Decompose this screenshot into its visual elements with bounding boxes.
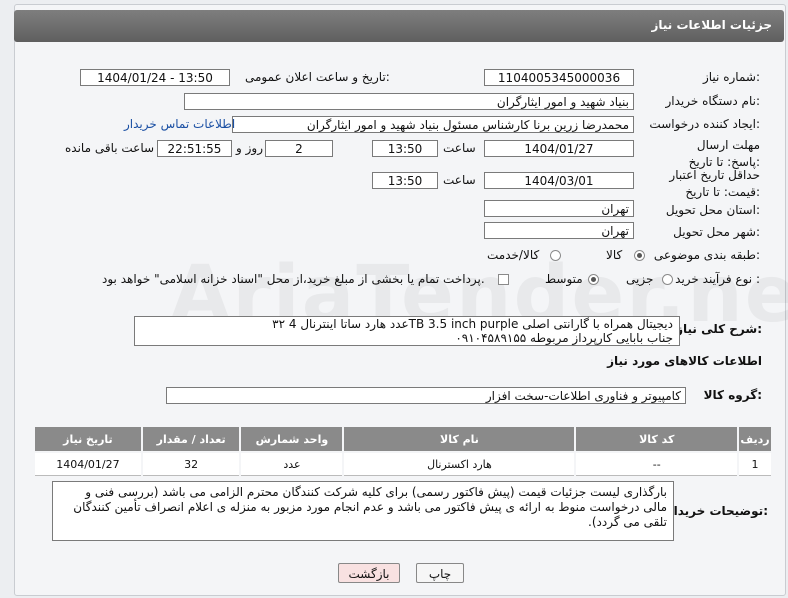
announce-label: تاریخ و ساعت اعلان عمومی: xyxy=(245,70,390,84)
treasury-payment-checkbox[interactable] xyxy=(498,274,509,285)
col-goods-code: کد کالا xyxy=(574,425,739,453)
description-textarea[interactable]: ۳۲ عدد هارد ساتا اینترنال 4TB 3.5 inch p… xyxy=(134,316,680,346)
purchase-option-minor: جزیی xyxy=(626,272,654,286)
city-field: تهران xyxy=(484,222,634,239)
need-number-field: 1104005345000036 xyxy=(484,69,634,86)
buyer-org-label: نام دستگاه خریدار: xyxy=(665,94,761,108)
purchase-option-medium: متوسط xyxy=(545,272,583,286)
category-option-goods-service: کالا/خدمت xyxy=(487,248,540,262)
province-field: تهران xyxy=(484,200,634,217)
buyer-org-field: بنیاد شهید و امور ایثارگران xyxy=(184,93,634,110)
description-label: شرح کلی نیاز: xyxy=(676,322,762,336)
category-radio-goods-service[interactable] xyxy=(550,250,561,261)
window-title: جزئیات اطلاعات نیاز xyxy=(651,18,772,32)
cell-row-number: 1 xyxy=(737,451,773,476)
reply-deadline-label: مهلت ارسال پاسخ: تا تاریخ: xyxy=(688,138,760,169)
need-number-label: شماره نیاز: xyxy=(702,70,760,84)
cell-unit: عدد xyxy=(239,451,345,476)
cell-goods-code: -- xyxy=(574,451,739,476)
description-line-2: ۰۹۱۰۴۵۸۹۱۵۵ جناب بابایی کارپرداز مربوطه xyxy=(455,331,673,345)
purchase-radio-minor[interactable] xyxy=(662,274,673,285)
days-field: 2 xyxy=(265,140,333,157)
remaining-time-field: 22:51:55 xyxy=(157,140,232,157)
goods-table: تاریخ نیاز تعداد / مقدار واحد شمارش نام … xyxy=(33,425,773,476)
remaining-label: ساعت باقی مانده xyxy=(65,141,155,155)
category-label: طبقه بندی موضوعی: xyxy=(653,248,760,262)
cell-quantity: 32 xyxy=(140,451,242,476)
title-bar: جزئیات اطلاعات نیاز xyxy=(14,10,784,42)
price-date-field: 1404/03/01 xyxy=(484,172,634,189)
price-time-field: 13:50 xyxy=(372,172,438,189)
purchase-radio-medium[interactable] xyxy=(588,274,599,285)
cell-need-date: 1404/01/27 xyxy=(33,451,143,476)
reply-date-field: 1404/01/27 xyxy=(484,140,634,157)
purchase-type-label: نوع فرآیند خرید : xyxy=(675,272,760,286)
reply-time-field: 13:50 xyxy=(372,140,438,157)
reply-time-label: ساعت xyxy=(443,141,476,155)
goods-section-title: اطلاعات کالاهای مورد نیاز xyxy=(607,354,762,368)
province-label: استان محل تحویل: xyxy=(665,203,760,217)
buyer-notes-label: توضیحات خریدار: xyxy=(666,504,768,518)
col-need-date: تاریخ نیاز xyxy=(33,425,143,453)
print-button[interactable]: چاپ xyxy=(416,563,464,583)
creator-label: ایجاد کننده درخواست: xyxy=(649,117,760,131)
announce-field: 1404/01/24 - 13:50 xyxy=(80,69,230,86)
col-quantity: تعداد / مقدار xyxy=(140,425,242,453)
days-label: روز و xyxy=(236,141,263,155)
goods-group-label: گروه کالا: xyxy=(703,388,762,402)
creator-field: محمدرضا زرین برنا کارشناس مسئول بنیاد شه… xyxy=(232,116,634,133)
goods-table-header: تاریخ نیاز تعداد / مقدار واحد شمارش نام … xyxy=(33,425,773,453)
price-time-label: ساعت xyxy=(443,173,476,187)
category-radio-goods[interactable] xyxy=(634,250,645,261)
treasury-payment-note: پرداخت تمام یا بخشی از مبلغ خرید،از محل … xyxy=(102,272,485,286)
description-line-1: ۳۲ عدد هارد ساتا اینترنال 4TB 3.5 inch p… xyxy=(272,317,673,331)
category-option-goods: کالا xyxy=(606,248,623,262)
contact-info-link[interactable]: اطلاعات تماس خریدار xyxy=(124,117,235,131)
price-validity-label: حداقل تاریخ اعتبار قیمت: تا تاریخ: xyxy=(669,168,760,199)
col-unit: واحد شمارش xyxy=(239,425,345,453)
buyer-notes-textarea[interactable]: بارگذاری لیست جزئیات قیمت (پیش فاکتور رس… xyxy=(52,481,674,541)
cell-goods-name: هارد اکسترنال xyxy=(342,451,577,476)
city-label: شهر محل تحویل: xyxy=(673,225,760,239)
col-row-number: ردیف xyxy=(737,425,773,453)
goods-group-field: کامپیوتر و فناوری اطلاعات-سخت افزار xyxy=(166,387,686,404)
col-goods-name: نام کالا xyxy=(342,425,577,453)
table-row: 1404/01/27 32 عدد هارد اکسترنال -- 1 xyxy=(33,451,773,476)
back-button[interactable]: بازگشت xyxy=(338,563,400,583)
